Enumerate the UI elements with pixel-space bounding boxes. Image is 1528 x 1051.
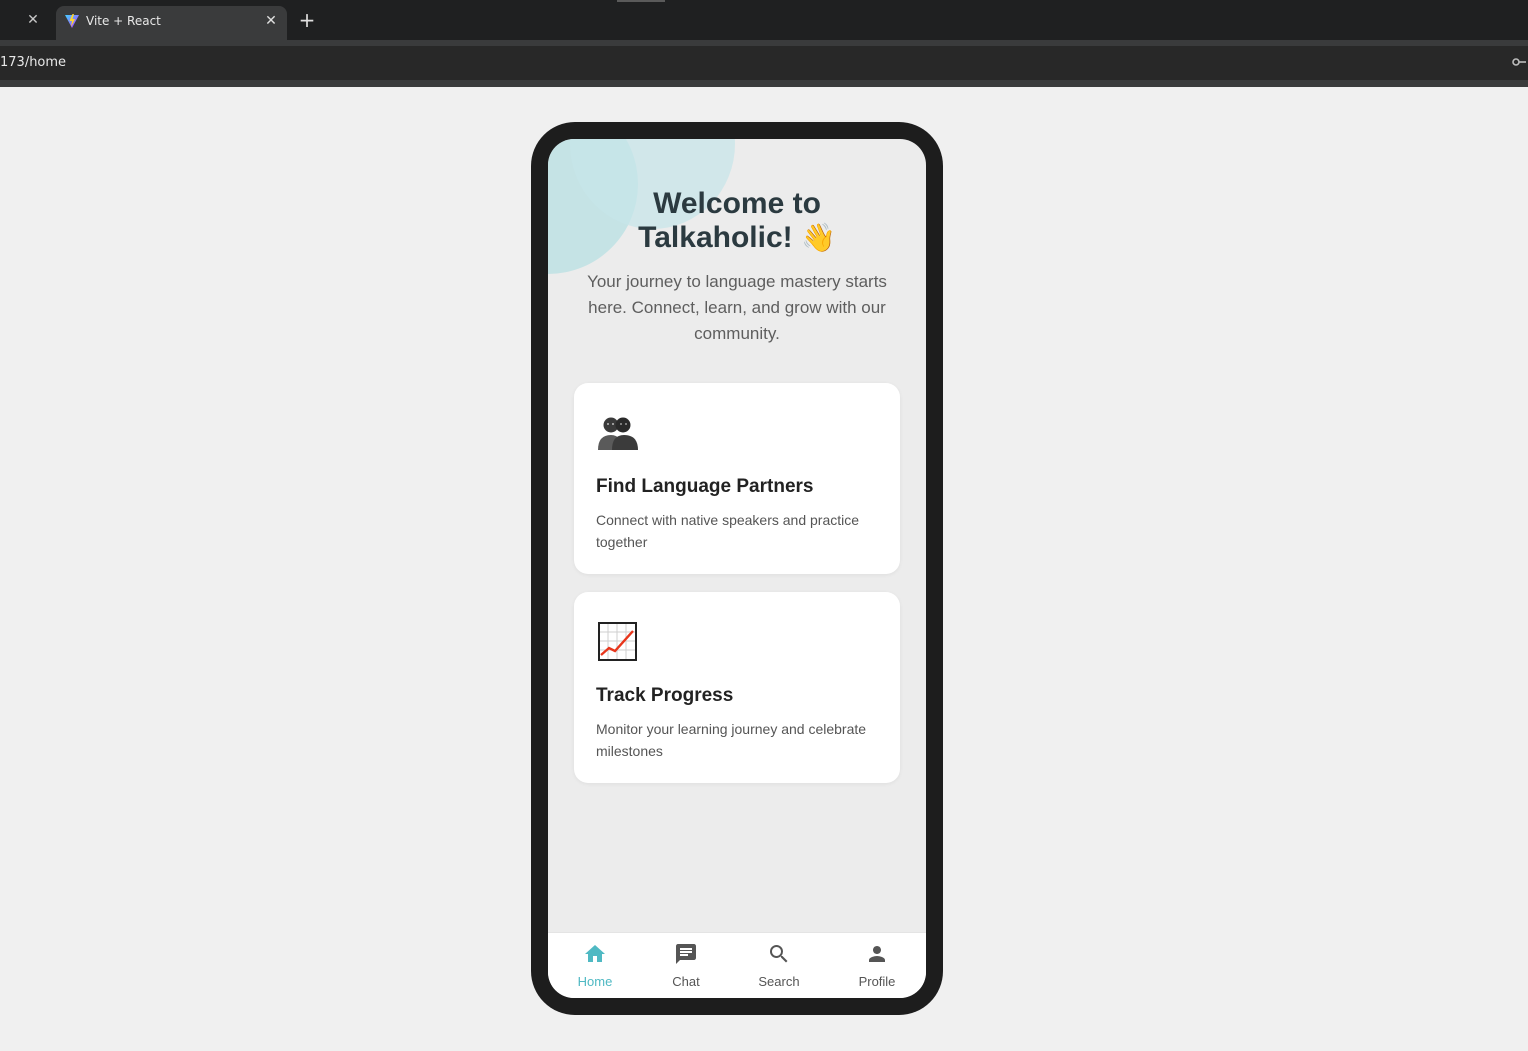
vite-logo-icon [65,14,79,28]
bottom-navigation: Home Chat Search Profile [548,932,926,998]
tab-title: Vite + React [86,14,161,28]
address-bar: 173/home [0,40,1528,87]
new-tab-button[interactable]: + [296,9,318,31]
welcome-line2: Talkaholic! [638,221,793,254]
people-icon [598,417,638,450]
url-field[interactable]: 173/home [0,46,1528,80]
home-icon [585,945,605,962]
chat-icon [676,944,696,964]
welcome-line1: Welcome to [653,187,821,220]
waving-hand-icon: 👋 [800,222,836,253]
card-description: Monitor your learning journey and celebr… [596,721,867,759]
welcome-line2-row: Talkaholic! 👋 [548,221,926,255]
phone-frame: Welcome to Talkaholic! 👋 Your journey to… [531,122,943,1015]
search-icon [770,945,788,963]
nav-home[interactable]: Home [555,933,635,998]
nav-label: Home [577,974,613,989]
nav-label: Chat [672,974,700,989]
close-tab-icon[interactable]: ✕ [263,12,279,30]
welcome-subtitle: Your journey to language mastery starts … [587,272,887,343]
chart-increasing-icon [598,622,637,661]
find-partners-card[interactable]: Find Language Partners Connect with nati… [574,383,900,574]
tab-strip-indicator [617,0,665,2]
card-title: Track Progress [596,685,734,706]
card-description: Connect with native speakers and practic… [596,512,860,550]
nav-label: Profile [858,974,896,989]
welcome-heading: Welcome to Talkaholic! 👋 [548,187,926,255]
nav-label: Search [758,974,800,989]
close-tab-icon[interactable]: ✕ [24,11,42,29]
person-icon [869,946,885,962]
card-title: Find Language Partners [596,476,814,497]
nav-profile[interactable]: Profile [837,933,917,998]
nav-search[interactable]: Search [739,933,819,998]
browser-tab[interactable]: Vite + React ✕ [56,6,287,40]
app-screen: Welcome to Talkaholic! 👋 Your journey to… [548,139,926,998]
key-icon[interactable] [1512,55,1526,69]
nav-chat[interactable]: Chat [646,933,726,998]
track-progress-card[interactable]: Track Progress Monitor your learning jou… [574,592,900,783]
browser-tab-bar: ✕ Vite + React ✕ + [0,0,1528,40]
url-text: 173/home [0,55,67,70]
